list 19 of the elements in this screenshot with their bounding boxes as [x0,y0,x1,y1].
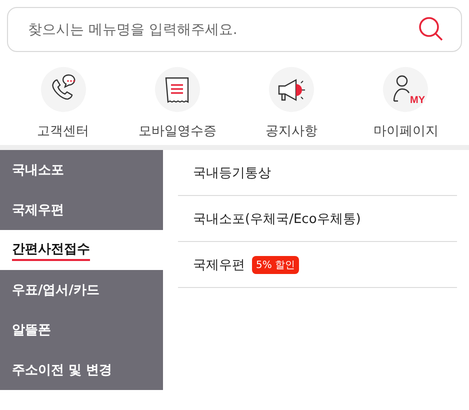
receipt-icon[interactable] [154,67,200,112]
search-field[interactable]: 찾으시는 메뉴명을 입력해주세요. [7,7,462,52]
submenu-item[interactable]: 국제우편 [193,256,245,274]
discount-badge: 5% 할인 [252,256,300,274]
shortcut-label[interactable]: 고객센터 [37,122,90,140]
sidebar-item[interactable]: 알뜰폰 [12,321,51,339]
shortcut-label[interactable]: 공지사항 [266,122,318,140]
phone-chat-icon[interactable] [40,67,86,112]
sidebar-item[interactable]: 국내소포 [12,161,64,179]
search-icon[interactable] [418,16,444,42]
sidebar-item[interactable]: 국제우편 [12,201,64,219]
submenu-item[interactable]: 국내소포(우체국/Eco우체통) [193,210,361,228]
sidebar-item[interactable]: 주소이전 및 변경 [12,361,112,379]
shortcut-label[interactable]: 마이페이지 [373,122,438,140]
megaphone-icon[interactable] [269,67,314,112]
shortcut-label[interactable]: 모바일영수증 [138,122,216,140]
submenu-item[interactable]: 국내등기통상 [193,164,271,182]
person-icon[interactable]: MY [383,67,428,112]
sidebar-item[interactable]: 우표/엽서/카드 [12,281,100,299]
